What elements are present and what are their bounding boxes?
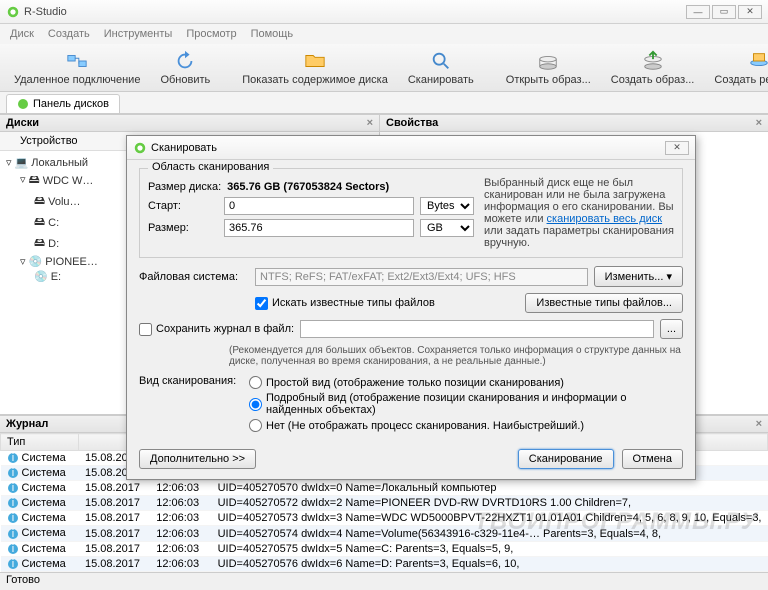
- advanced-button[interactable]: Дополнительно >>: [139, 449, 256, 469]
- fs-change-button[interactable]: Изменить... ▾: [594, 266, 683, 287]
- close-button[interactable]: ✕: [738, 5, 762, 19]
- window-titlebar: R-Studio — ▭ ✕: [0, 0, 768, 24]
- group-label: Область сканирования: [148, 161, 273, 173]
- pane-close-icon[interactable]: ×: [756, 418, 762, 430]
- fs-input: [255, 268, 588, 286]
- journal-row[interactable]: iСистема15.08.201712:06:03UID=405270573 …: [1, 511, 768, 526]
- tab-disks-panel[interactable]: Панель дисков: [6, 94, 120, 113]
- app-icon: [6, 5, 20, 19]
- dialog-title: Сканировать: [151, 142, 217, 154]
- scan-button[interactable]: Сканирование: [518, 449, 614, 469]
- known-types-button[interactable]: Известные типы файлов...: [525, 293, 683, 313]
- scan-dialog: Сканировать ✕ Область сканирования Разме…: [126, 135, 696, 480]
- start-unit-select[interactable]: Bytes: [420, 197, 474, 215]
- menubar: Диск Создать Инструменты Просмотр Помощь: [0, 24, 768, 44]
- disk-size-label: Размер диска:: [148, 181, 221, 193]
- journal-row[interactable]: iСистема15.08.201712:06:03UID=405270572 …: [1, 496, 768, 511]
- remote-icon: [66, 50, 88, 72]
- journal-row[interactable]: iСистема15.08.201712:06:03UID=405270574 …: [1, 526, 768, 541]
- window-title: R-Studio: [24, 6, 686, 18]
- known-types-checkbox[interactable]: Искать известные типы файлов: [255, 297, 435, 310]
- svg-text:i: i: [11, 482, 13, 494]
- pane-close-icon[interactable]: ×: [367, 117, 373, 129]
- col-header[interactable]: Тип: [1, 434, 79, 451]
- minimize-button[interactable]: —: [686, 5, 710, 19]
- journal-row[interactable]: iСистема15.08.201712:06:03UID=405270576 …: [1, 556, 768, 571]
- menu-view[interactable]: Просмотр: [186, 28, 236, 40]
- journal-row[interactable]: iСистема15.08.201712:06:03UID=405270575 …: [1, 541, 768, 556]
- tb-create-image[interactable]: Создать образ...: [603, 48, 703, 88]
- status-bar: Готово: [0, 572, 768, 590]
- scan-hint: Выбранный диск еще не был сканирован или…: [474, 177, 674, 249]
- app-icon: [133, 141, 147, 155]
- svg-text:i: i: [11, 528, 13, 540]
- scan-icon: [430, 50, 452, 72]
- image-open-icon: [537, 50, 559, 72]
- svg-text:i: i: [11, 467, 13, 479]
- image-create-icon: [642, 50, 664, 72]
- tb-remote-connect[interactable]: Удаленное подключение: [6, 48, 148, 88]
- menu-tools[interactable]: Инструменты: [104, 28, 173, 40]
- pane-close-icon[interactable]: ×: [756, 117, 762, 129]
- disk-size-value: 365.76 GB (767053824 Sectors): [227, 181, 389, 193]
- save-hint: (Рекомендуется для больших объектов. Сох…: [229, 345, 683, 367]
- tb-open-image[interactable]: Открыть образ...: [498, 48, 599, 88]
- toolbar: Удаленное подключение Обновить Показать …: [0, 44, 768, 92]
- svg-text:i: i: [11, 452, 13, 464]
- svg-text:i: i: [11, 558, 13, 570]
- menu-create[interactable]: Создать: [48, 28, 90, 40]
- fs-label: Файловая система:: [139, 271, 249, 283]
- menu-help[interactable]: Помощь: [251, 28, 294, 40]
- save-journal-path-input[interactable]: [300, 320, 654, 338]
- refresh-icon: [174, 50, 196, 72]
- tabbar: Панель дисков: [0, 92, 768, 114]
- start-input[interactable]: [224, 197, 414, 215]
- menu-disk[interactable]: Диск: [10, 28, 34, 40]
- maximize-button[interactable]: ▭: [712, 5, 736, 19]
- radio-none[interactable]: [249, 419, 262, 432]
- disks-pane-header: Диски×: [0, 114, 379, 132]
- props-pane-header: Свойства×: [380, 114, 768, 132]
- tb-scan[interactable]: Сканировать: [400, 48, 482, 88]
- cancel-button[interactable]: Отмена: [622, 449, 683, 469]
- radio-simple[interactable]: [249, 376, 262, 389]
- region-icon: [748, 50, 768, 72]
- size-unit-select[interactable]: GB: [420, 219, 474, 237]
- tb-show-content[interactable]: Показать содержимое диска: [234, 48, 396, 88]
- svg-text:i: i: [11, 497, 13, 509]
- svg-text:i: i: [11, 543, 13, 555]
- scan-whole-disk-link[interactable]: сканировать весь диск: [547, 213, 663, 225]
- save-journal-checkbox[interactable]: Сохранить журнал в файл:: [139, 323, 294, 336]
- tb-refresh[interactable]: Обновить: [152, 48, 218, 88]
- size-label: Размер:: [148, 222, 218, 234]
- panel-icon: [17, 98, 29, 110]
- browse-button[interactable]: ...: [660, 319, 683, 339]
- view-label: Вид сканирования:: [139, 373, 249, 435]
- dialog-close-button[interactable]: ✕: [665, 141, 689, 155]
- start-label: Старт:: [148, 200, 218, 212]
- svg-text:i: i: [11, 512, 13, 524]
- journal-row[interactable]: iСистема15.08.201712:06:03UID=405270570 …: [1, 481, 768, 496]
- size-input[interactable]: [224, 219, 414, 237]
- folder-open-icon: [304, 50, 326, 72]
- radio-detailed[interactable]: [249, 398, 262, 411]
- tab-label: Панель дисков: [33, 98, 109, 110]
- tb-create-region[interactable]: Создать регион...: [706, 48, 768, 88]
